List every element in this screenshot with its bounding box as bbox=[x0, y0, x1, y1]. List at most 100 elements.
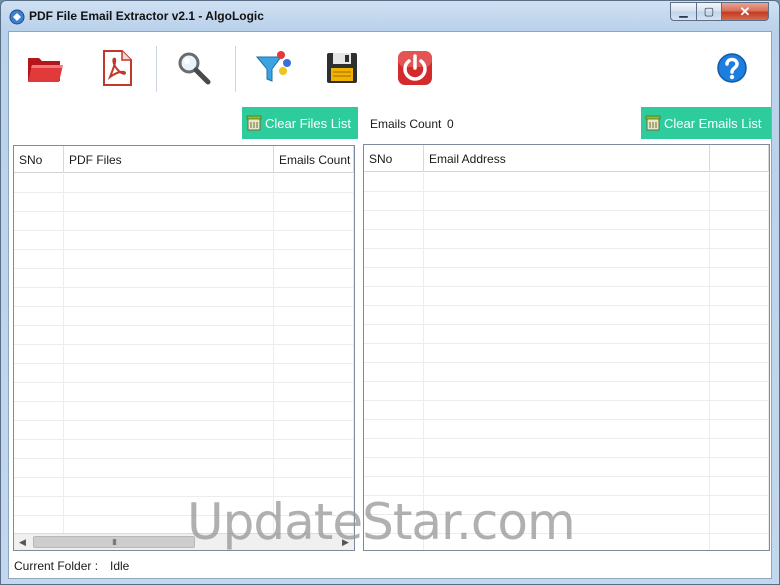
table-cell bbox=[274, 440, 354, 458]
table-row[interactable] bbox=[364, 211, 769, 230]
table-row[interactable] bbox=[364, 420, 769, 439]
table-row[interactable] bbox=[14, 212, 354, 231]
table-row[interactable] bbox=[14, 269, 354, 288]
table-cell bbox=[710, 230, 769, 248]
table-row[interactable] bbox=[14, 326, 354, 345]
table-cell bbox=[424, 306, 710, 324]
table-cell bbox=[710, 496, 769, 514]
table-cell bbox=[14, 193, 64, 211]
table-row[interactable] bbox=[14, 345, 354, 364]
table-cell bbox=[64, 402, 274, 420]
table-cell bbox=[14, 326, 64, 344]
scroll-left-icon[interactable]: ◀ bbox=[14, 534, 31, 550]
column-header-pdf-files[interactable]: PDF Files bbox=[64, 146, 274, 173]
scrollbar-thumb[interactable]: III bbox=[33, 536, 195, 548]
table-cell bbox=[364, 458, 424, 476]
table-cell bbox=[710, 306, 769, 324]
table-row[interactable] bbox=[14, 288, 354, 307]
open-folder-button[interactable] bbox=[25, 48, 65, 88]
table-cell bbox=[710, 420, 769, 438]
maximize-button[interactable]: ▢ bbox=[696, 2, 722, 21]
table-row[interactable] bbox=[14, 193, 354, 212]
table-cell bbox=[424, 287, 710, 305]
table-cell bbox=[64, 250, 274, 268]
add-pdf-button[interactable] bbox=[97, 48, 137, 88]
table-cell bbox=[364, 287, 424, 305]
table-row[interactable] bbox=[364, 401, 769, 420]
funnel-icon bbox=[255, 51, 291, 82]
emails-count-value: 0 bbox=[447, 117, 454, 131]
table-row[interactable] bbox=[14, 459, 354, 478]
minimize-button[interactable]: ▁ bbox=[670, 2, 697, 21]
table-cell bbox=[710, 401, 769, 419]
table-row[interactable] bbox=[364, 192, 769, 211]
table-cell bbox=[424, 325, 710, 343]
table-row[interactable] bbox=[364, 268, 769, 287]
clear-icon bbox=[246, 115, 262, 131]
emails-count-label: Emails Count bbox=[370, 117, 442, 131]
table-row[interactable] bbox=[364, 230, 769, 249]
table-row[interactable] bbox=[364, 363, 769, 382]
maximize-icon: ▢ bbox=[703, 6, 715, 18]
table-cell bbox=[14, 212, 64, 230]
table-row[interactable] bbox=[14, 421, 354, 440]
table-row[interactable] bbox=[364, 306, 769, 325]
column-header-sno[interactable]: SNo bbox=[14, 146, 64, 173]
table-cell bbox=[14, 250, 64, 268]
table-row[interactable] bbox=[14, 231, 354, 250]
app-icon bbox=[9, 9, 25, 25]
column-header-emails-count[interactable]: Emails Count bbox=[274, 146, 354, 173]
table-cell bbox=[14, 421, 64, 439]
email-address-grid[interactable]: SNo Email Address bbox=[363, 144, 770, 551]
table-row[interactable] bbox=[14, 383, 354, 402]
exit-button[interactable] bbox=[395, 48, 435, 88]
title-bar[interactable]: PDF File Email Extractor v2.1 - AlgoLogi… bbox=[1, 1, 779, 31]
filter-button[interactable] bbox=[253, 48, 293, 88]
table-row[interactable] bbox=[364, 173, 769, 192]
table-row[interactable] bbox=[14, 307, 354, 326]
column-header-email-address[interactable]: Email Address bbox=[424, 145, 710, 172]
table-cell bbox=[274, 421, 354, 439]
clear-emails-list-button[interactable]: Clear Emails List bbox=[641, 107, 771, 139]
table-cell bbox=[364, 230, 424, 248]
table-row[interactable] bbox=[364, 458, 769, 477]
pdf-file-icon bbox=[103, 50, 132, 86]
table-cell bbox=[424, 401, 710, 419]
table-row[interactable] bbox=[364, 382, 769, 401]
table-row[interactable] bbox=[364, 439, 769, 458]
table-cell bbox=[14, 402, 64, 420]
table-cell bbox=[424, 230, 710, 248]
table-cell bbox=[64, 383, 274, 401]
table-row[interactable] bbox=[14, 402, 354, 421]
save-button[interactable] bbox=[322, 48, 362, 88]
close-button[interactable]: ✕ bbox=[721, 2, 769, 21]
table-cell bbox=[274, 288, 354, 306]
table-row[interactable] bbox=[14, 174, 354, 193]
table-row[interactable] bbox=[364, 344, 769, 363]
clear-files-list-button[interactable]: Clear Files List bbox=[242, 107, 358, 139]
table-cell bbox=[274, 193, 354, 211]
help-button[interactable] bbox=[712, 48, 752, 88]
table-cell bbox=[274, 307, 354, 325]
search-button[interactable] bbox=[174, 48, 214, 88]
table-cell bbox=[64, 231, 274, 249]
table-cell bbox=[424, 420, 710, 438]
table-cell bbox=[710, 173, 769, 191]
table-cell bbox=[710, 249, 769, 267]
table-cell bbox=[710, 363, 769, 381]
table-row[interactable] bbox=[364, 287, 769, 306]
table-cell bbox=[274, 269, 354, 287]
column-header-sno[interactable]: SNo bbox=[364, 145, 424, 172]
table-cell bbox=[424, 382, 710, 400]
table-cell bbox=[364, 420, 424, 438]
table-row[interactable] bbox=[14, 364, 354, 383]
table-cell bbox=[64, 288, 274, 306]
table-cell bbox=[424, 268, 710, 286]
table-row[interactable] bbox=[364, 249, 769, 268]
table-row[interactable] bbox=[14, 250, 354, 269]
table-row[interactable] bbox=[364, 325, 769, 344]
table-cell bbox=[14, 364, 64, 382]
close-icon: ✕ bbox=[739, 3, 751, 19]
table-row[interactable] bbox=[14, 440, 354, 459]
pdf-files-grid[interactable]: SNo PDF Files Emails Count ◀ III ▶ bbox=[13, 145, 355, 551]
